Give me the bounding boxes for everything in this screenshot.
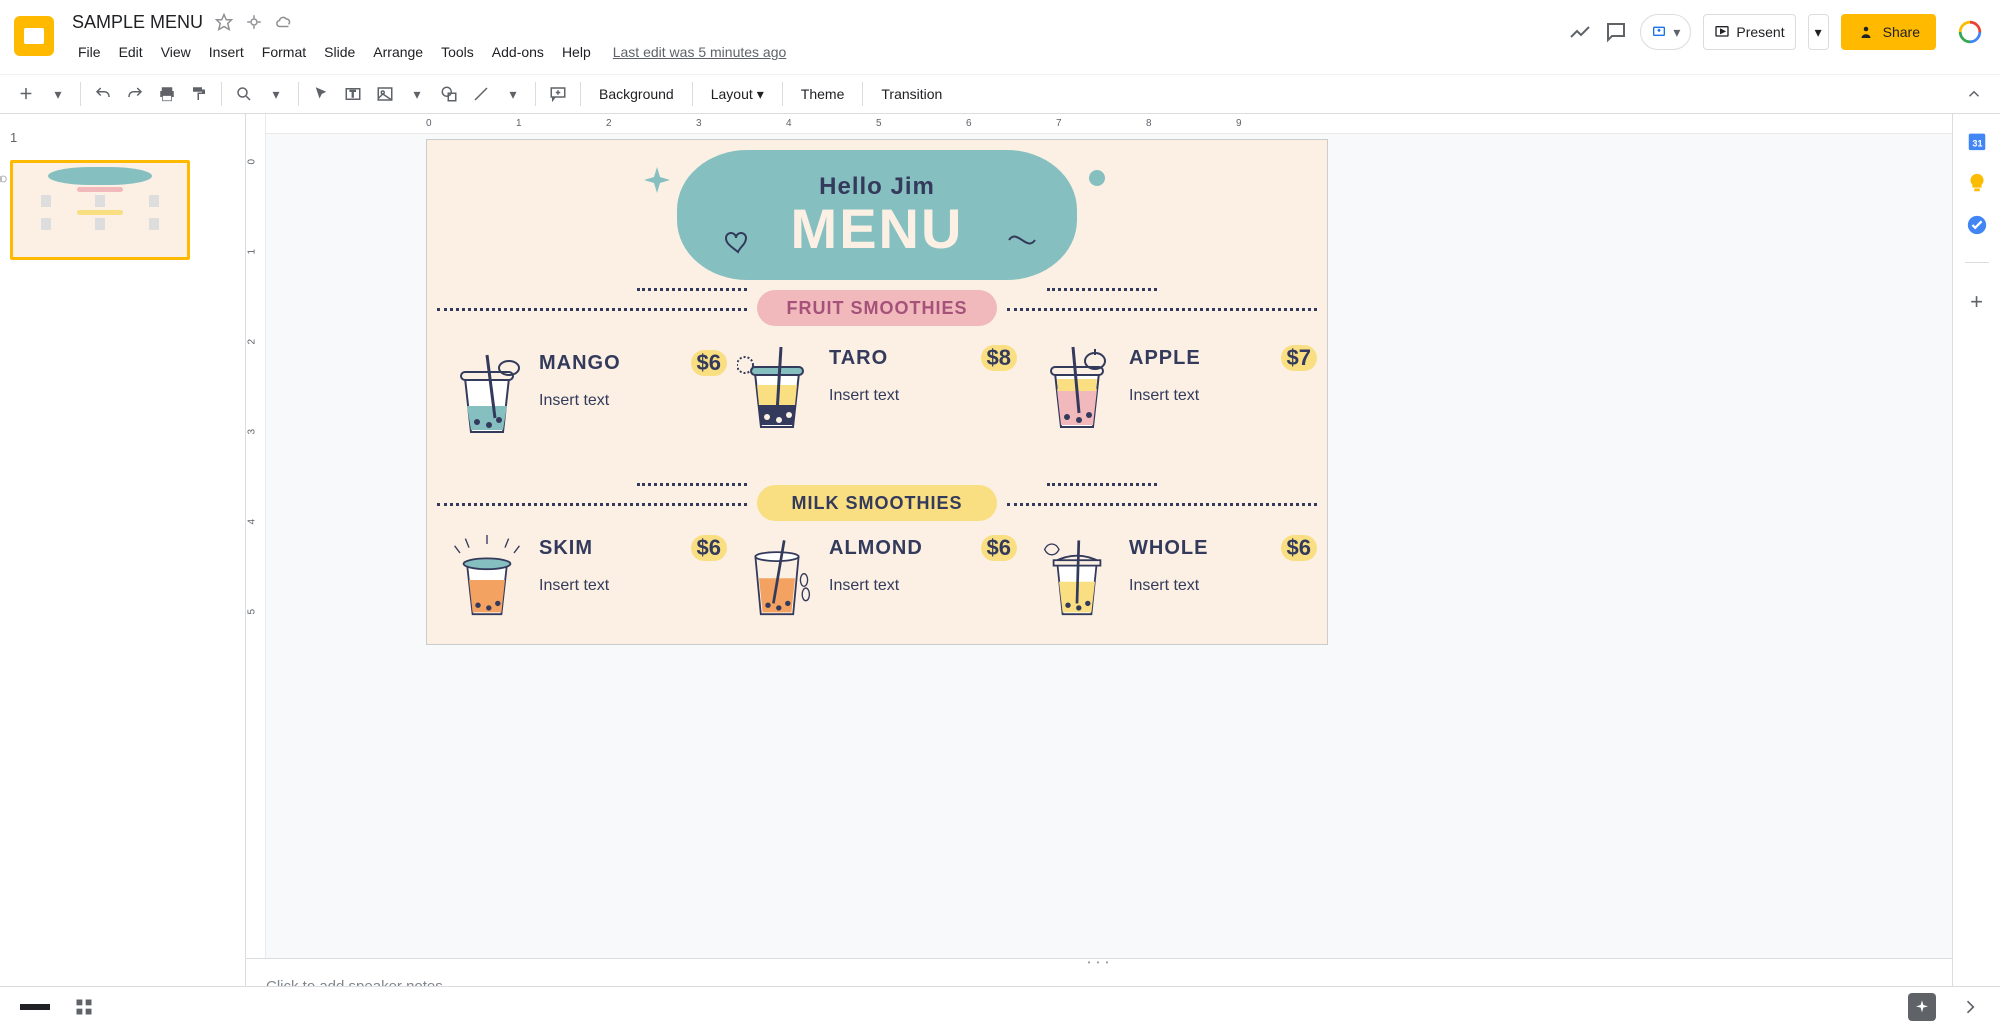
menu-addons[interactable]: Add-ons [484, 40, 552, 64]
slide-number: 1 [10, 130, 17, 145]
redo-button[interactable] [121, 80, 149, 108]
menu-edit[interactable]: Edit [111, 40, 151, 64]
menu-tools[interactable]: Tools [433, 40, 482, 64]
slide-canvas[interactable]: Hello Jim MENU FRUIT SMOOTHIES [426, 139, 1328, 645]
divider [1047, 288, 1157, 291]
last-edit-link[interactable]: Last edit was 5 minutes ago [613, 40, 787, 64]
menu-item-almond[interactable]: ALMOND$6 Insert text [737, 535, 1017, 625]
document-title[interactable]: SAMPLE MENU [72, 12, 203, 33]
notes-splitter[interactable] [246, 958, 1952, 966]
explore-button[interactable] [1908, 993, 1936, 1021]
category-milk[interactable]: MILK SMOOTHIES [757, 485, 997, 521]
theme-button[interactable]: Theme [791, 80, 855, 108]
menu-view[interactable]: View [153, 40, 199, 64]
link-icon [0, 172, 8, 186]
share-button[interactable]: Share [1841, 14, 1936, 50]
slide-thumbnail-1[interactable] [10, 160, 190, 260]
heart-icon [722, 232, 754, 256]
menu-insert[interactable]: Insert [201, 40, 252, 64]
keep-icon[interactable] [1966, 172, 1988, 194]
undo-button[interactable] [89, 80, 117, 108]
activity-icon[interactable] [1568, 20, 1592, 44]
comment-tool[interactable] [544, 80, 572, 108]
new-slide-dropdown[interactable]: ▾ [44, 80, 72, 108]
print-button[interactable] [153, 80, 181, 108]
divider [1047, 483, 1157, 486]
svg-text:31: 31 [1972, 139, 1982, 149]
gsuite-icon[interactable] [1956, 18, 1984, 46]
cup-icon [1037, 345, 1117, 435]
horizontal-ruler: 0 1 2 3 4 5 6 7 8 9 [266, 114, 1952, 134]
comments-icon[interactable] [1604, 20, 1628, 44]
filmstrip[interactable]: 1 [0, 114, 246, 1026]
shape-tool[interactable] [435, 80, 463, 108]
move-icon[interactable] [245, 13, 263, 31]
new-slide-button[interactable]: ＋ [12, 80, 40, 108]
divider [1965, 262, 1989, 263]
divider [1007, 308, 1317, 311]
divider [437, 503, 747, 506]
zoom-dropdown[interactable]: ▾ [262, 80, 290, 108]
tasks-icon[interactable] [1966, 214, 1988, 236]
line-dropdown[interactable]: ▾ [499, 80, 527, 108]
present-dropdown[interactable]: ▾ [1808, 14, 1829, 50]
menu-item-taro[interactable]: TARO$8 Insert text [737, 345, 1017, 435]
menu-arrange[interactable]: Arrange [365, 40, 431, 64]
cup-icon [737, 535, 817, 625]
menu-slide[interactable]: Slide [316, 40, 363, 64]
line-tool[interactable] [467, 80, 495, 108]
cup-icon [447, 535, 527, 625]
sparkle-icon [642, 165, 672, 195]
side-panel: 31 + [1952, 114, 2000, 1026]
menu-item-mango[interactable]: MANGO$6 Insert text [447, 350, 727, 440]
dot-icon [1087, 168, 1107, 188]
image-tool[interactable] [371, 80, 399, 108]
bottom-bar [0, 986, 2000, 1026]
add-addon-button[interactable]: + [1966, 289, 1988, 311]
transition-button[interactable]: Transition [871, 80, 952, 108]
toolbar: ＋ ▾ ▾ T ▾ ▾ Background Layout▾ Theme Tra… [0, 74, 2000, 114]
divider [1007, 503, 1317, 506]
grid-view-icon[interactable] [74, 997, 94, 1017]
layout-button[interactable]: Layout▾ [701, 80, 774, 108]
calendar-icon[interactable]: 31 [1966, 130, 1988, 152]
menu-item-skim[interactable]: SKIM$6 Insert text [447, 535, 727, 625]
category-fruit[interactable]: FRUIT SMOOTHIES [757, 290, 997, 326]
divider [637, 288, 747, 291]
image-dropdown[interactable]: ▾ [403, 80, 431, 108]
divider [637, 483, 747, 486]
menu-title: MENU [791, 201, 964, 257]
background-button[interactable]: Background [589, 80, 684, 108]
filmstrip-view-icon[interactable] [20, 1004, 50, 1010]
cup-icon [737, 345, 817, 435]
cloud-icon[interactable] [275, 13, 293, 31]
menu-item-apple[interactable]: APPLE$7 Insert text [1037, 345, 1317, 435]
squiggle-icon [1007, 228, 1037, 252]
collapse-toolbar-button[interactable] [1960, 80, 1988, 108]
menu-header[interactable]: Hello Jim MENU [677, 150, 1077, 280]
menu-help[interactable]: Help [554, 40, 599, 64]
svg-text:T: T [350, 89, 356, 99]
cup-icon [447, 350, 527, 440]
present-button[interactable]: Present [1703, 14, 1795, 50]
menu-format[interactable]: Format [254, 40, 314, 64]
menu-item-whole[interactable]: WHOLE$6 Insert text [1037, 535, 1317, 625]
textbox-tool[interactable]: T [339, 80, 367, 108]
vertical-ruler: 0 1 2 3 4 5 [246, 114, 266, 958]
zoom-button[interactable] [230, 80, 258, 108]
paint-format-button[interactable] [185, 80, 213, 108]
screen-share-button[interactable]: ▾ [1640, 14, 1691, 50]
select-tool[interactable] [307, 80, 335, 108]
menu-file[interactable]: File [70, 40, 109, 64]
chevron-right-icon[interactable] [1960, 997, 1980, 1017]
star-icon[interactable] [215, 13, 233, 31]
cup-icon [1037, 535, 1117, 625]
slides-app-icon[interactable] [14, 16, 54, 56]
divider [437, 308, 747, 311]
